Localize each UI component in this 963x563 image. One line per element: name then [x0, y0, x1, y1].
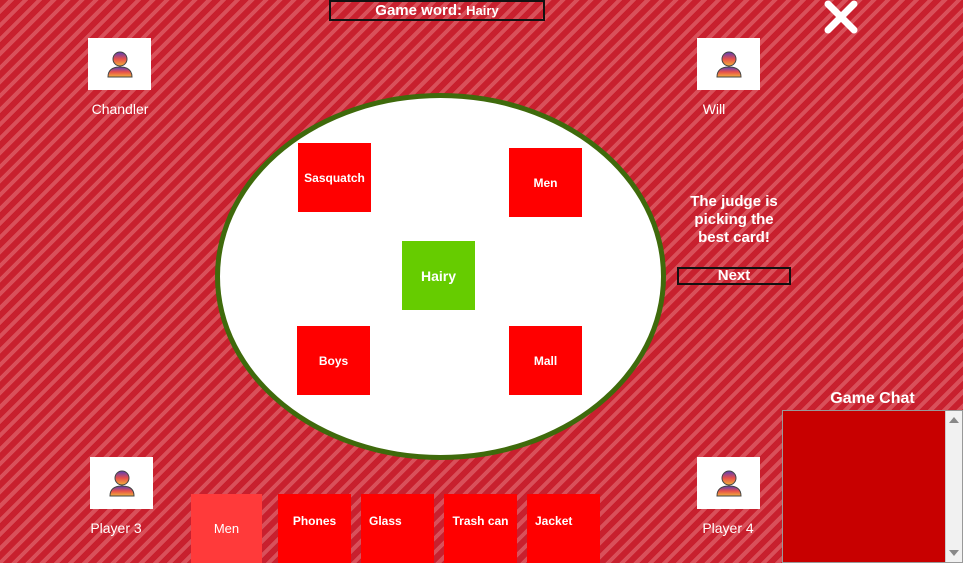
player-name: Player 3	[90, 520, 142, 536]
chat-title: Game Chat	[830, 390, 915, 407]
player-name: Will	[702, 101, 726, 117]
player-name: Player 4	[702, 520, 754, 536]
judge-message: The judge is picking the best card!	[690, 193, 778, 246]
user-icon	[715, 470, 742, 497]
user-icon	[106, 51, 133, 78]
user-icon	[108, 470, 135, 497]
next-button[interactable]: Next	[677, 267, 791, 285]
close-button[interactable]	[822, 0, 860, 34]
hand-card[interactable]: Jacket	[527, 494, 600, 563]
avatar	[90, 457, 153, 509]
submitted-card[interactable]: Sasquatch	[298, 143, 371, 212]
user-icon	[715, 51, 742, 78]
submitted-card[interactable]: Boys	[297, 326, 370, 395]
scroll-up-icon[interactable]	[949, 417, 959, 423]
game-word-box: Game word: Hairy	[329, 0, 545, 21]
hand-card[interactable]: Glass	[361, 494, 434, 563]
game-word-value: Hairy	[466, 3, 499, 18]
submitted-card[interactable]: Men	[509, 148, 582, 217]
hand-card[interactable]: Trash can	[444, 494, 517, 563]
avatar	[88, 38, 151, 90]
avatar	[697, 38, 760, 90]
submitted-card[interactable]: Mall	[509, 326, 582, 395]
chat-scrollbar[interactable]	[945, 411, 962, 562]
game-word-label: Game word:	[375, 2, 462, 19]
close-icon	[824, 0, 858, 34]
hand-card[interactable]: Phones	[278, 494, 351, 563]
center-card: Hairy	[402, 241, 475, 310]
player-name: Chandler	[91, 101, 149, 117]
chat-box[interactable]	[782, 410, 963, 563]
scroll-down-icon[interactable]	[949, 550, 959, 556]
avatar	[697, 457, 760, 509]
hand-card[interactable]: Men	[191, 494, 262, 563]
